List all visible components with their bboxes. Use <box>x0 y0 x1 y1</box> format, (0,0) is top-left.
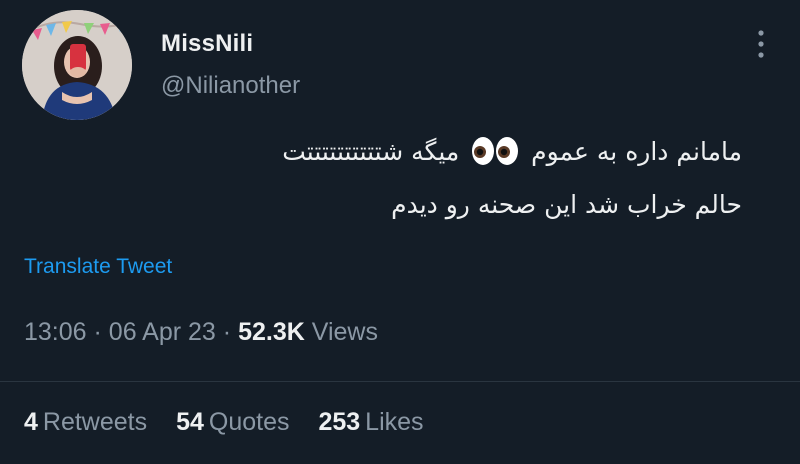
quotes-stat[interactable]: 54 Quotes <box>176 408 289 437</box>
divider <box>0 381 800 382</box>
retweets-label: Retweets <box>42 408 148 436</box>
more-vertical-icon <box>758 30 764 58</box>
more-options-button[interactable] <box>744 22 778 66</box>
tweet-date[interactable]: 06 Apr 23 <box>109 318 216 346</box>
eyes-emoji-icon <box>471 134 519 181</box>
engagement-stats: 4 Retweets 54 Quotes 253 Likes <box>24 408 446 437</box>
tweet-text-part: مامانم داره به عموم <box>531 137 742 166</box>
views-label: Views <box>311 318 378 346</box>
tweet-text-part: میگه شتتتتتتتتتتت <box>282 137 460 166</box>
tweet-text-line-2: حالم خراب شد این صحنه رو دیدم <box>391 190 742 219</box>
likes-count: 253 <box>318 408 361 436</box>
profile-photo <box>22 10 132 120</box>
tweet-meta: 13:06 · 06 Apr 23 · 52.3K Views <box>24 318 378 347</box>
quotes-label: Quotes <box>208 408 290 436</box>
tweet-text: مامانم داره به عموم میگه شتتتتتتتتتتت حا… <box>182 128 742 228</box>
display-name[interactable]: MissNili <box>161 30 253 58</box>
meta-separator: · <box>222 318 232 346</box>
likes-stat[interactable]: 253 Likes <box>318 408 423 437</box>
views-count: 52.3K <box>238 318 305 346</box>
tweet-card: MissNili @Nilianother مامانم داره به عمو… <box>0 0 800 464</box>
quotes-count: 54 <box>176 408 204 436</box>
meta-separator: · <box>93 318 102 346</box>
retweets-count: 4 <box>24 408 38 436</box>
tweet-text-line-1: مامانم داره به عموم میگه شتتتتتتتتتتت <box>182 128 742 181</box>
tweet-time[interactable]: 13:06 <box>24 318 87 346</box>
avatar[interactable] <box>22 10 132 120</box>
translate-tweet-link[interactable]: Translate Tweet <box>24 255 172 279</box>
user-handle[interactable]: @Nilianother <box>161 72 300 100</box>
retweets-stat[interactable]: 4 Retweets <box>24 408 147 437</box>
likes-label: Likes <box>365 408 424 436</box>
